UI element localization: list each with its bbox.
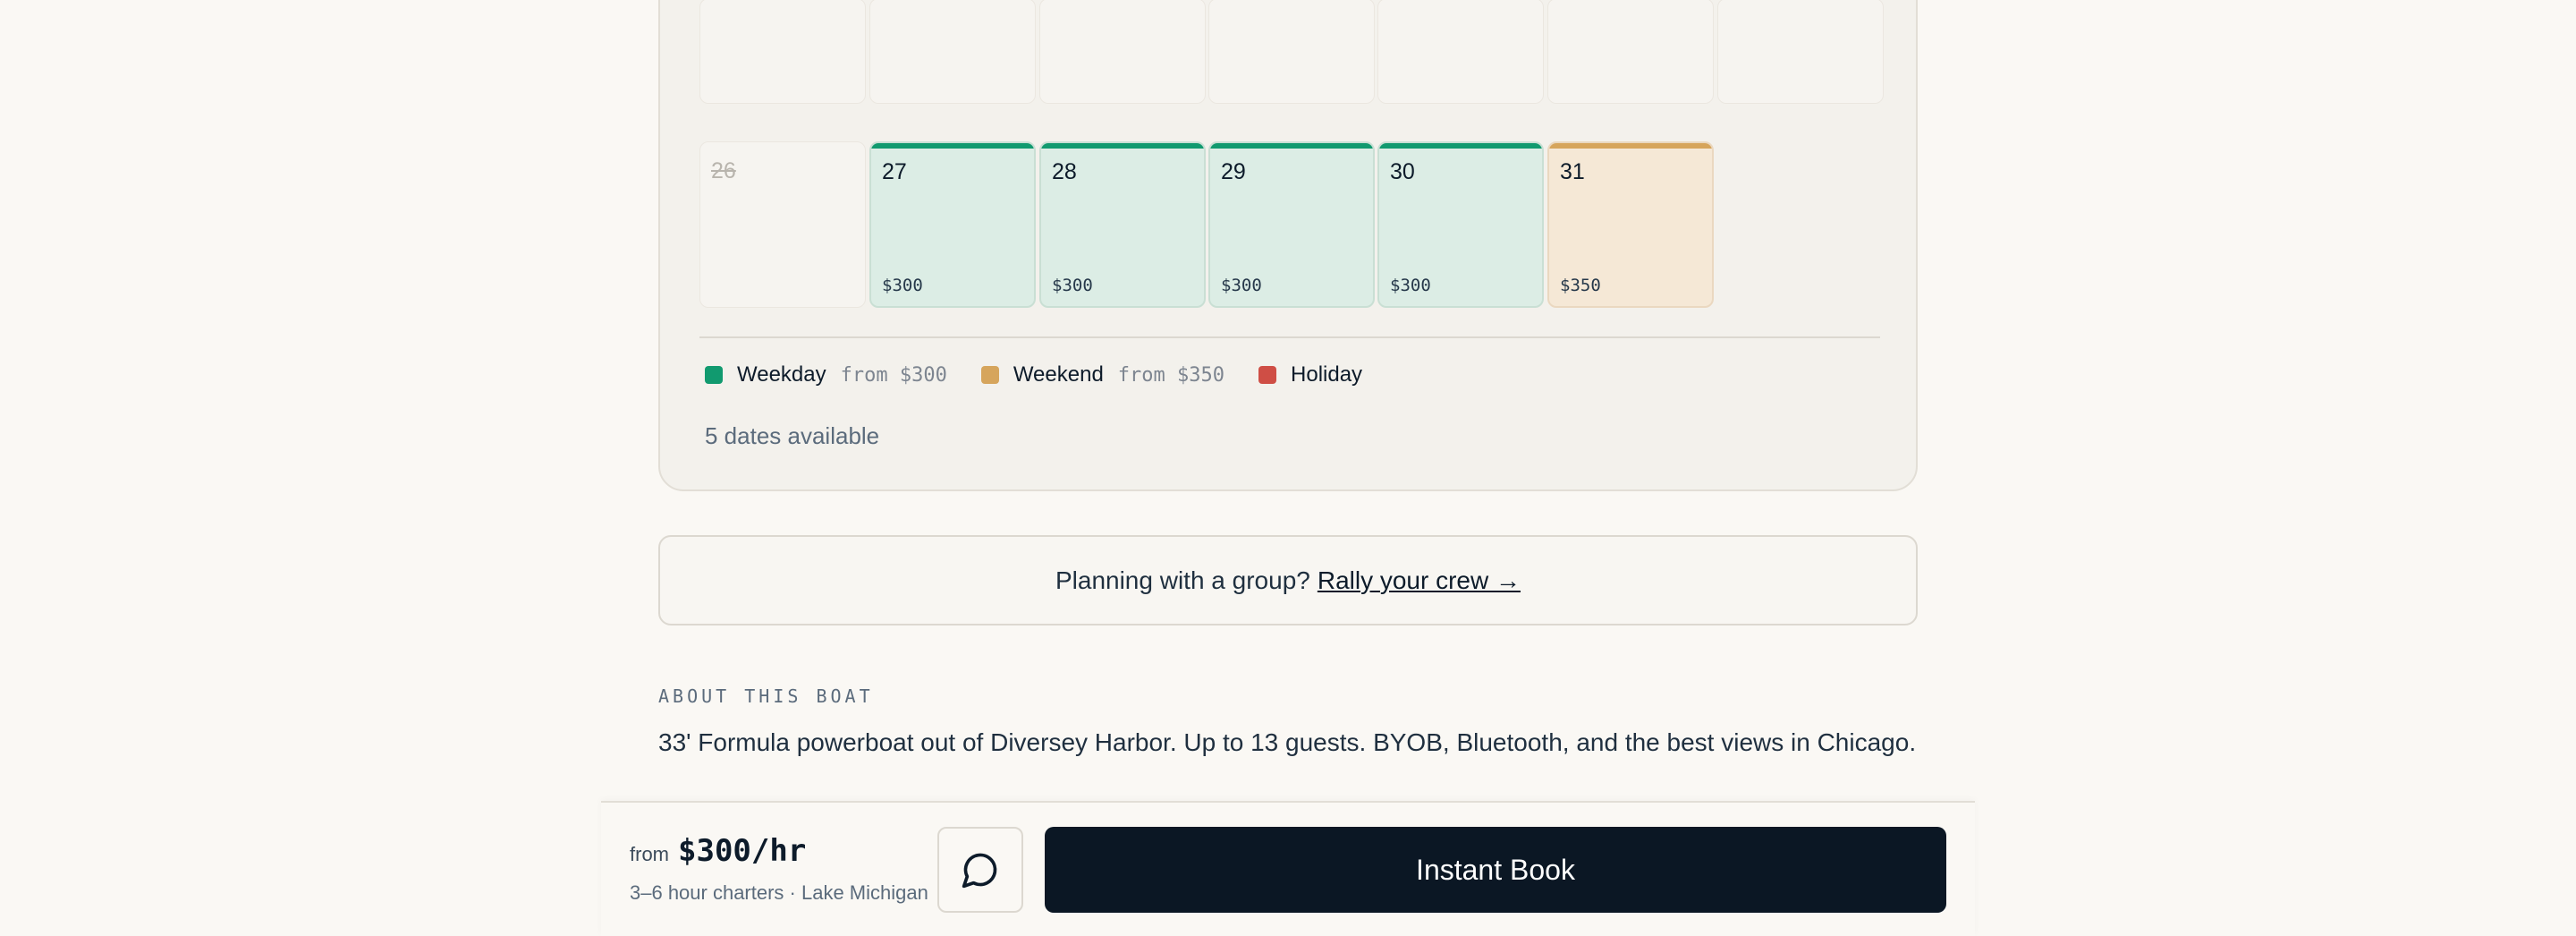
day-number: 29 — [1221, 159, 1246, 184]
calendar-legend: Weekday from $300 Weekend from $350 Holi… — [705, 362, 1377, 388]
group-prompt: Planning with a group? — [1055, 566, 1310, 594]
calendar-day-available[interactable]: 27 $300 — [869, 141, 1036, 308]
group-planning-banner: Planning with a group? Rally your crew → — [658, 535, 1918, 625]
availability-calendar: 26 27 $300 28 $300 29 $300 30 $300 31 $3… — [658, 0, 1918, 491]
day-price: $300 — [1052, 276, 1093, 295]
day-price: $350 — [1560, 276, 1601, 295]
calendar-day-past: 26 — [699, 141, 866, 308]
calendar-day-available[interactable]: 30 $300 — [1377, 141, 1544, 308]
about-description: 33' Formula powerboat out of Diversey Ha… — [658, 728, 1917, 756]
charter-subtext: 3–6 hour charters · Lake Michigan — [630, 881, 928, 904]
price-from-label: from — [630, 843, 669, 865]
calendar-day-available[interactable]: 29 $300 — [1208, 141, 1375, 308]
day-number: 30 — [1390, 159, 1415, 184]
calendar-cell-empty — [1208, 0, 1375, 104]
calendar-cell-empty — [699, 0, 866, 104]
day-number: 28 — [1052, 159, 1077, 184]
calendar-cell-empty — [1039, 0, 1206, 104]
instant-book-button[interactable]: Instant Book — [1045, 827, 1946, 913]
day-number: 27 — [882, 159, 907, 184]
price-summary: from $300/hr 3–6 hour charters · Lake Mi… — [630, 833, 928, 905]
weekday-swatch — [705, 366, 723, 384]
legend-label-weekday: Weekday — [737, 362, 826, 387]
calendar-cell-empty — [1377, 0, 1544, 104]
legend-from-weekday: from $300 — [840, 363, 947, 387]
chat-bubble-icon — [962, 853, 997, 889]
legend-label-holiday: Holiday — [1291, 362, 1363, 387]
day-number: 31 — [1560, 159, 1585, 184]
booking-footer: from $300/hr 3–6 hour charters · Lake Mi… — [601, 801, 1975, 936]
holiday-swatch — [1258, 366, 1277, 384]
legend-from-weekend: from $350 — [1117, 363, 1225, 387]
day-price: $300 — [882, 276, 923, 295]
available-dates-count: 5 dates available — [705, 422, 880, 449]
calendar-cell-empty — [1547, 0, 1714, 104]
hourly-price: $300/hr — [678, 833, 807, 869]
message-button[interactable] — [937, 827, 1023, 913]
day-price: $300 — [1390, 276, 1431, 295]
day-price: $300 — [1221, 276, 1262, 295]
calendar-divider — [699, 336, 1880, 338]
calendar-day-weekend[interactable]: 31 $350 — [1547, 141, 1714, 308]
calendar-cell-empty — [869, 0, 1036, 104]
calendar-cell-empty — [1717, 0, 1884, 104]
about-heading: ABOUT THIS BOAT — [658, 685, 874, 707]
calendar-day-available[interactable]: 28 $300 — [1039, 141, 1206, 308]
legend-label-weekend: Weekend — [1013, 362, 1104, 387]
rally-crew-link[interactable]: Rally your crew → — [1318, 566, 1521, 595]
weekend-swatch — [980, 366, 999, 384]
day-number: 26 — [711, 158, 736, 183]
